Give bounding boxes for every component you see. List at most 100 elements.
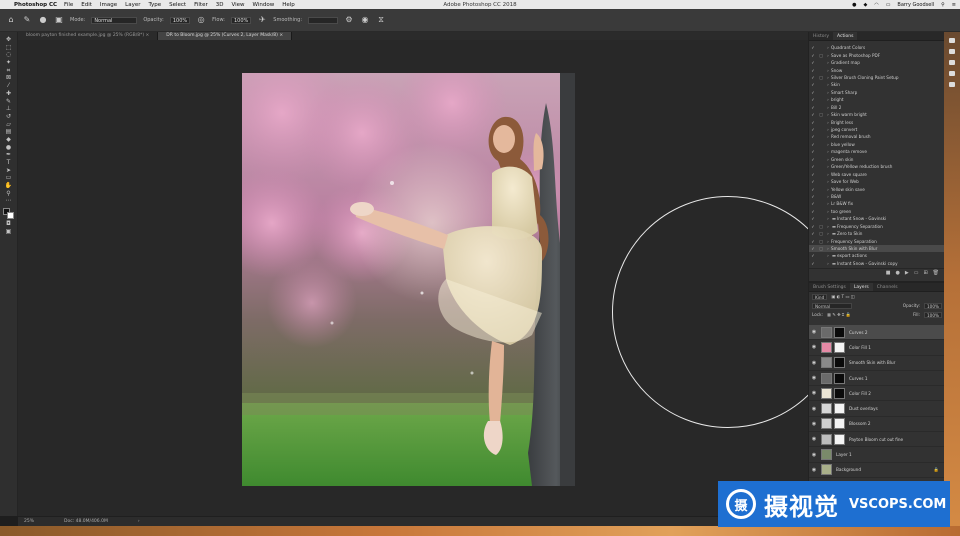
layer-row[interactable]: ◉ Blossom 2 [809, 417, 945, 433]
layer-mask-thumbnail[interactable] [834, 372, 845, 384]
action-item[interactable]: ✓ ▢ › Smooth Skin with Blur [809, 244, 945, 253]
action-item[interactable]: ✓ › Bill 2 [809, 104, 945, 111]
layer-row[interactable]: ◉ Curves 2 [809, 325, 945, 341]
action-check-icon[interactable]: ✓ [809, 239, 817, 244]
stop-icon[interactable]: ■ [886, 270, 891, 276]
action-item[interactable]: ✓ › ▬ Instant Snow - Gavinski [809, 215, 945, 222]
visibility-eye-icon[interactable]: ◉ [809, 344, 819, 350]
action-check-icon[interactable]: ✓ [809, 216, 817, 221]
visibility-eye-icon[interactable]: ◉ [809, 436, 819, 442]
menu-edit[interactable]: Edit [81, 2, 92, 8]
desktop-file-icon[interactable] [949, 71, 955, 76]
action-item[interactable]: ✓ ▢ › Silver Brush Cloning Paint Setup [809, 74, 945, 81]
action-check-icon[interactable]: ✓ [809, 75, 817, 80]
screen-mode-icon[interactable]: ▣ [3, 228, 15, 236]
document-image[interactable] [242, 73, 575, 486]
visibility-eye-icon[interactable]: ◉ [809, 467, 819, 473]
tab-actions[interactable]: Actions [833, 32, 858, 40]
action-check-icon[interactable]: ✓ [809, 112, 817, 117]
action-check-icon[interactable]: ✓ [809, 157, 817, 162]
desktop-file-icon[interactable] [949, 82, 955, 87]
dodge-tool-icon[interactable]: ● [3, 144, 15, 152]
action-item[interactable]: ✓ ▢ › ▬ Zero to Skin [809, 230, 945, 237]
action-check-icon[interactable]: ✓ [809, 90, 817, 95]
gear-icon[interactable]: ⚙ [344, 15, 354, 25]
layer-thumbnail[interactable] [821, 341, 832, 353]
layer-thumbnail[interactable] [821, 372, 832, 384]
eyedropper-tool-icon[interactable]: ⁄ [3, 82, 15, 90]
action-item[interactable]: ✓ › Snow [809, 66, 945, 73]
layer-thumbnail[interactable] [821, 418, 832, 430]
action-check-icon[interactable]: ✓ [809, 105, 817, 110]
mode-select[interactable]: Normal [91, 16, 138, 24]
flow-field[interactable]: 100% [231, 16, 252, 24]
tab-brush-settings[interactable]: Brush Settings [809, 283, 850, 291]
layer-mask-thumbnail[interactable] [834, 418, 845, 430]
layer-thumbnail[interactable] [821, 449, 832, 461]
status-arrow-icon[interactable]: › [138, 519, 140, 524]
layer-row[interactable]: ◉ Background 🔒 [809, 463, 945, 478]
desktop-file-icon[interactable] [949, 38, 955, 43]
gradient-tool-icon[interactable]: ▤ [3, 128, 15, 136]
dialog-toggle-icon[interactable]: ▢ [817, 53, 825, 58]
layer-row[interactable]: ◉ Color Fill 2 [809, 386, 945, 402]
layer-row[interactable]: ◉ Curves 1 [809, 371, 945, 387]
action-check-icon[interactable]: ✓ [809, 53, 817, 58]
type-tool-icon[interactable]: T [3, 159, 15, 167]
doc-size[interactable]: Doc: 48.0M/406.0M [64, 519, 108, 524]
frame-tool-icon[interactable]: ⊠ [3, 74, 15, 82]
layer-thumbnail[interactable] [821, 326, 832, 338]
shape-tool-icon[interactable]: ▭ [3, 174, 15, 182]
pen-tool-icon[interactable]: ✒ [3, 151, 15, 159]
menu-view[interactable]: View [231, 2, 244, 8]
action-check-icon[interactable]: ✓ [809, 246, 817, 251]
layer-thumbnail[interactable] [821, 403, 832, 415]
action-check-icon[interactable]: ✓ [809, 142, 817, 147]
trash-icon[interactable]: 🗑 [933, 270, 939, 276]
smoothing-field[interactable] [308, 16, 339, 24]
action-item[interactable]: ✓ › Red removal brush [809, 133, 945, 140]
action-item[interactable]: ✓ › Green/Yellow reduction brush [809, 163, 945, 170]
opacity-field[interactable]: 100% [169, 16, 191, 24]
action-item[interactable]: ✓ › ▬ Instant Snow - Gavinski copy [809, 260, 945, 267]
hand-tool-icon[interactable]: ✋ [3, 182, 15, 190]
tab-dr-to-bloom[interactable]: DR to Bloom.jpg @ 25% (Curves 2, Layer M… [158, 32, 293, 40]
eraser-tool-icon[interactable]: ▱ [3, 121, 15, 129]
airbrush-icon[interactable]: ✈ [257, 15, 267, 25]
action-check-icon[interactable]: ✓ [809, 194, 817, 199]
layer-row[interactable]: ◉ Dust overlays [809, 401, 945, 417]
tab-history[interactable]: History [809, 32, 833, 40]
quick-mask-icon[interactable]: ◘ [3, 220, 15, 228]
action-item[interactable]: ✓ › Skin [809, 81, 945, 88]
layer-mask-thumbnail[interactable] [834, 433, 845, 445]
brush-panel-icon[interactable]: ▣ [54, 15, 64, 25]
canvas-area[interactable] [18, 40, 808, 516]
layer-opacity-field[interactable]: 100% [924, 302, 942, 309]
action-item[interactable]: ✓ › Lr B&W fix [809, 200, 945, 207]
action-check-icon[interactable]: ✓ [809, 97, 817, 102]
play-icon[interactable]: ▶ [905, 270, 909, 276]
symmetry-icon[interactable]: ⧖ [376, 15, 386, 25]
action-check-icon[interactable]: ✓ [809, 120, 817, 125]
action-check-icon[interactable]: ✓ [809, 224, 817, 229]
layer-row[interactable]: ◉ Payton Bloom cut out fine [809, 432, 945, 448]
action-item[interactable]: ✓ › Quadrant Colors [809, 44, 945, 51]
visibility-eye-icon[interactable]: ◉ [809, 390, 819, 396]
action-check-icon[interactable]: ✓ [809, 261, 817, 266]
menu-select[interactable]: Select [169, 2, 186, 8]
quick-select-tool-icon[interactable]: ✦ [3, 59, 15, 67]
kind-filter[interactable]: Kind [812, 293, 828, 300]
action-item[interactable]: ✓ › Smart Sharp [809, 89, 945, 96]
action-item[interactable]: ✓ ▢ › Frequency Separation [809, 237, 945, 244]
pressure-opacity-icon[interactable]: ◎ [196, 15, 206, 25]
new-action-icon[interactable]: ⊞ [923, 270, 927, 276]
layer-mask-thumbnail[interactable] [834, 387, 845, 399]
menu-file[interactable]: File [64, 2, 73, 8]
user-name[interactable]: Barry Goodsell [897, 2, 934, 8]
action-item[interactable]: ✓ › Save for Web [809, 178, 945, 185]
record-icon[interactable]: ● [895, 270, 899, 276]
action-item[interactable]: ✓ › jpeg convert [809, 126, 945, 133]
action-item[interactable]: ✓ › bright [809, 96, 945, 103]
action-check-icon[interactable]: ✓ [809, 127, 817, 132]
action-item[interactable]: ✓ › blue yellow [809, 141, 945, 148]
